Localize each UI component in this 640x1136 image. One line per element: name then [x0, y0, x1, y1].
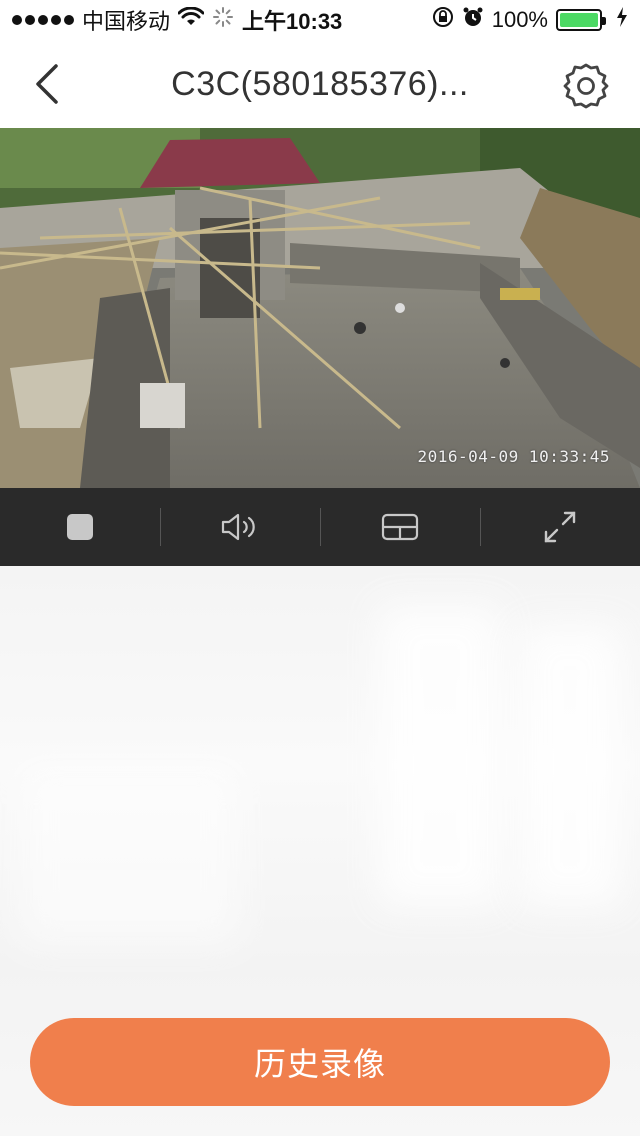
- time-label: 上午10:33: [242, 9, 343, 34]
- stop-button[interactable]: [0, 488, 160, 566]
- page-title: C3C(580185376)...: [171, 64, 469, 103]
- status-bar-left: 中国移动 上午10:33: [12, 4, 342, 36]
- video-controls-bar: [0, 488, 640, 566]
- status-bar: 中国移动 上午10:33 100%: [0, 0, 640, 40]
- fullscreen-button[interactable]: [480, 488, 640, 566]
- expand-icon: [544, 511, 576, 543]
- alarm-icon: [462, 6, 484, 34]
- back-button[interactable]: [24, 60, 68, 108]
- camera-scene: [0, 128, 640, 488]
- battery-label: 100%: [491, 7, 548, 32]
- layout-button[interactable]: [320, 488, 480, 566]
- status-bar-right: 100%: [432, 6, 628, 34]
- wifi-icon: [177, 6, 205, 33]
- history-recording-button[interactable]: 历史录像: [30, 1018, 610, 1106]
- rotation-lock-icon: [432, 6, 454, 34]
- gear-icon: [563, 63, 609, 109]
- loading-icon: [212, 6, 234, 34]
- settings-button[interactable]: [560, 60, 612, 112]
- speaker-icon: [221, 513, 255, 541]
- carrier-label: 中国移动: [82, 9, 171, 34]
- nav-bar: C3C(580185376)...: [0, 40, 640, 128]
- charging-icon: [616, 6, 628, 34]
- signal-dots-icon: [12, 15, 74, 25]
- sound-button[interactable]: [160, 488, 320, 566]
- chevron-left-icon: [36, 64, 58, 104]
- camera-video-feed[interactable]: 2016-04-09 10:33:45: [0, 128, 640, 488]
- stop-icon: [67, 514, 93, 540]
- grid-icon: [381, 513, 419, 541]
- video-timestamp: 2016-04-09 10:33:45: [417, 447, 610, 466]
- battery-icon: [556, 9, 606, 31]
